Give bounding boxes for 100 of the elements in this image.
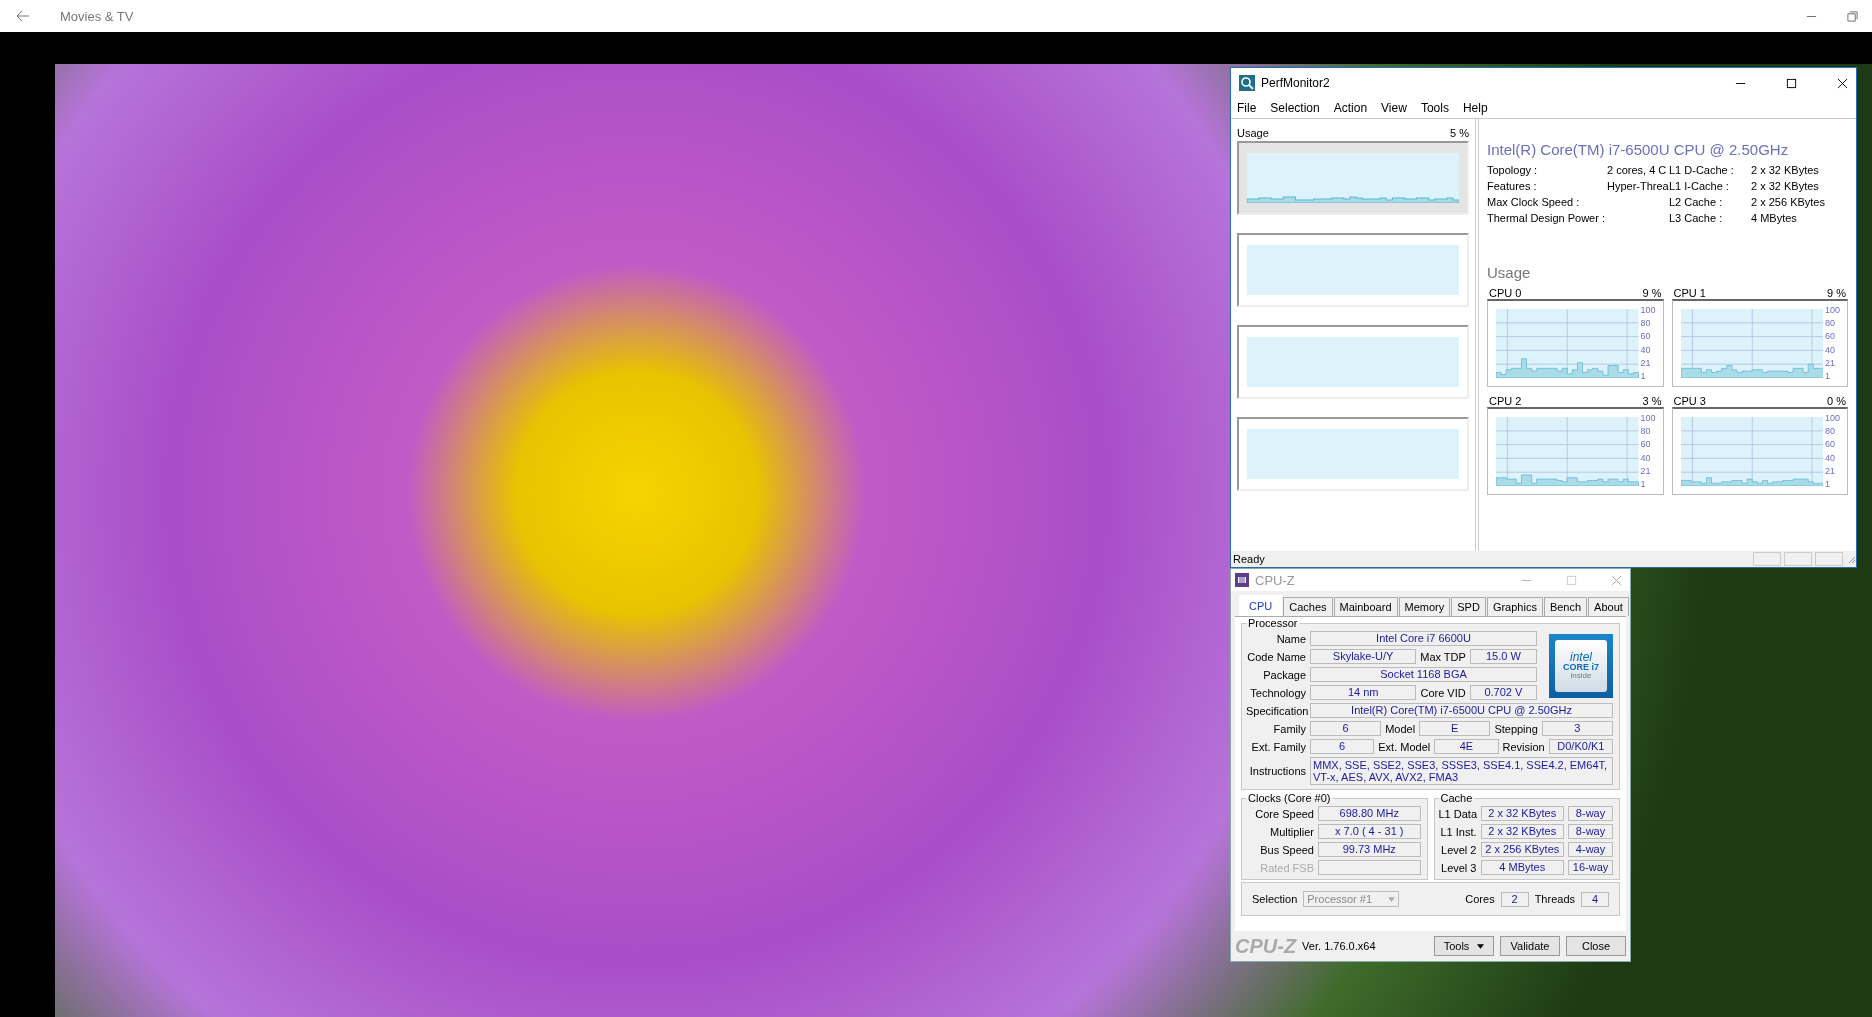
close-icon[interactable] <box>1837 77 1848 89</box>
field-label: Code Name <box>1246 650 1306 663</box>
core-name: CPU 3 <box>1673 395 1706 407</box>
field-value: 4 MBytes <box>1480 860 1565 875</box>
menu-item[interactable]: Selection <box>1270 101 1320 115</box>
field-label: Multiplier <box>1269 825 1314 838</box>
status-panel <box>1815 552 1843 566</box>
axis-label: 80 <box>1640 427 1652 437</box>
field-label: Max TDP <box>1420 650 1466 663</box>
core-usage: 0 % <box>1827 395 1846 407</box>
graph-slot[interactable] <box>1237 417 1469 491</box>
field-value: D0/K0/K1 <box>1548 739 1613 754</box>
tab[interactable]: Memory <box>1398 597 1451 616</box>
logo-brand: intel <box>1570 651 1592 663</box>
graph-slot[interactable] <box>1237 325 1469 399</box>
cache-label: L2 Cache : <box>1669 196 1724 208</box>
dialog-button[interactable]: Close <box>1566 936 1626 956</box>
group-title: Processor <box>1247 617 1299 629</box>
resize-grip-icon[interactable] <box>1846 554 1856 564</box>
field-label: L1 Data <box>1438 807 1477 820</box>
spec-value: Hyper-Threa <box>1607 180 1669 192</box>
tab[interactable]: CPU <box>1239 595 1283 616</box>
field-label: Ext. Family <box>1250 740 1306 753</box>
group-title: Clocks (Core #0) <box>1247 792 1332 804</box>
cache-label: L3 Cache : <box>1669 212 1724 224</box>
core-usage: 3 % <box>1642 395 1662 407</box>
back-arrow-icon[interactable] <box>16 10 30 22</box>
field-label: Model <box>1385 722 1416 735</box>
field-label: Core VID <box>1420 686 1466 699</box>
window-title: PerfMonitor2 <box>1261 76 1330 90</box>
axis-label: 60 <box>1825 440 1836 450</box>
field-value: 3 <box>1541 721 1613 736</box>
menu-item[interactable]: File <box>1237 101 1257 115</box>
field-value: 8-way <box>1568 824 1613 839</box>
field-label: Name <box>1275 632 1306 645</box>
tab[interactable]: Graphics <box>1486 597 1543 616</box>
cpu-name: Intel(R) Core(TM) i7-6500U CPU @ 2.50GHz <box>1487 141 1790 158</box>
tab[interactable]: Mainboard <box>1333 597 1398 616</box>
field-value: 8-way <box>1568 806 1613 821</box>
restore-icon[interactable] <box>1847 10 1858 22</box>
axis-label: 40 <box>1825 345 1836 355</box>
field-value: 0.702 V <box>1469 685 1537 700</box>
axis-label: 1 <box>1640 479 1647 489</box>
axis-label: 100 <box>1640 414 1657 423</box>
axis-label: 21 <box>1640 466 1652 476</box>
field-label: Level 3 <box>1440 861 1477 874</box>
axis-label: 60 <box>1640 440 1652 450</box>
menu-item[interactable]: Action <box>1333 101 1368 115</box>
axis-label: 21 <box>1640 358 1652 368</box>
field-value: 4-way <box>1568 842 1613 857</box>
field-value: Intel Core i7 6600U <box>1310 631 1537 646</box>
tab[interactable]: Bench <box>1543 597 1588 616</box>
field-value: 2 <box>1500 891 1529 907</box>
menu-item[interactable]: Help <box>1462 101 1488 115</box>
menu-item[interactable]: Tools <box>1420 101 1449 115</box>
usage-graph[interactable] <box>1237 141 1469 215</box>
field-label: Threads <box>1534 893 1575 905</box>
maximize-icon[interactable] <box>1786 77 1797 89</box>
axis-label: 80 <box>1640 319 1652 329</box>
axis-label: 100 <box>1825 306 1842 315</box>
menu-item[interactable]: View <box>1381 101 1407 115</box>
field-value: 698.80 MHz <box>1318 806 1421 821</box>
spec-label: Max Clock Speed : <box>1487 196 1581 208</box>
field-label: Rated FSB <box>1259 861 1314 874</box>
usage-label: Usage <box>1237 127 1269 139</box>
field-label: Level 2 <box>1440 843 1477 856</box>
core-name: CPU 0 <box>1489 287 1522 299</box>
field-value: 2 x 256 KBytes <box>1480 842 1565 857</box>
tab[interactable]: About <box>1588 597 1629 616</box>
axis-label: 40 <box>1640 453 1652 463</box>
dialog-button[interactable]: Tools <box>1434 936 1494 956</box>
axis-label: 80 <box>1825 427 1836 437</box>
field-label: Package <box>1262 668 1306 681</box>
magnifier-icon <box>1239 75 1255 91</box>
axis-label: 1 <box>1825 371 1831 381</box>
field-value: 4E <box>1434 739 1499 754</box>
caret-icon <box>1477 943 1485 949</box>
usage-heading: Usage <box>1487 264 1532 281</box>
axis-label: 21 <box>1825 466 1836 476</box>
dialog-button[interactable]: Validate <box>1500 936 1560 956</box>
core-name: CPU 2 <box>1489 395 1522 407</box>
field-value: E <box>1419 721 1491 736</box>
field-label: Specification <box>1246 704 1306 717</box>
field-value: 15.0 W <box>1469 649 1537 664</box>
field-value: 14 nm <box>1310 685 1417 700</box>
tab[interactable]: SPD <box>1451 597 1486 616</box>
axis-label: 1 <box>1640 371 1647 381</box>
tab[interactable]: Caches <box>1283 597 1333 616</box>
graph-slot[interactable] <box>1237 233 1469 307</box>
status-panel <box>1753 552 1781 566</box>
axis-label: 100 <box>1825 414 1842 423</box>
logo-model: CORE i7 <box>1563 663 1599 672</box>
field-label: Stepping <box>1494 722 1538 735</box>
cache-value: 2 x 256 KBytes <box>1751 196 1826 208</box>
field-value: 2 x 32 KBytes <box>1480 806 1565 821</box>
field-label: Technology <box>1249 686 1306 699</box>
chip-icon <box>1235 573 1249 587</box>
axis-label: 21 <box>1825 358 1836 368</box>
field-label: Instructions <box>1248 765 1306 777</box>
window-title: CPU-Z <box>1255 572 1295 588</box>
